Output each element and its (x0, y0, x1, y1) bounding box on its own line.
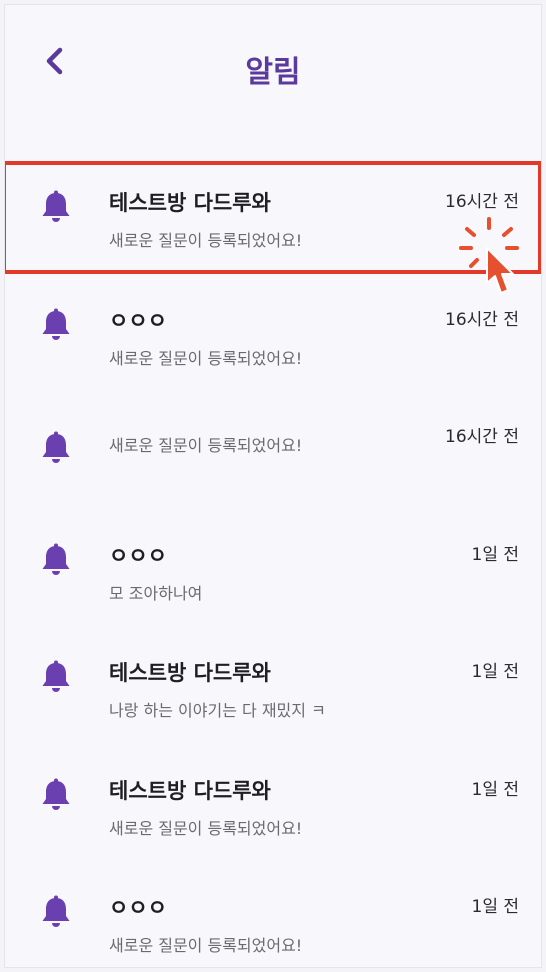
bell-icon (42, 431, 70, 463)
notification-message: 새로운 질문이 등록되었어요! (109, 436, 303, 455)
notification-item[interactable]: ㅇㅇㅇ 새로운 질문이 등록되었어요! 16시간 전 (5, 277, 541, 395)
notification-message: 새로운 질문이 등록되었어요! (109, 818, 303, 838)
notification-item[interactable]: ㅇㅇㅇ 모 조아하나여 1일 전 (5, 512, 541, 630)
notification-message: 새로운 질문이 등록되었어요! (109, 936, 303, 955)
bell-icon (42, 778, 70, 810)
notification-time: 1일 전 (471, 779, 520, 800)
notification-title: ㅇㅇㅇ (109, 543, 167, 568)
notification-item[interactable]: 테스트방 다드루와 새로운 질문이 등록되었어요! 16시간 전 (5, 159, 541, 294)
notification-item[interactable]: ㅇㅇㅇ 새로운 질문이 등록되었어요! 1일 전 (5, 864, 541, 967)
notification-time: 16시간 전 (445, 427, 519, 447)
notification-title: ㅇㅇㅇ (109, 308, 167, 333)
bell-icon (42, 308, 70, 340)
notification-time: 1일 전 (471, 544, 520, 565)
notification-title: 테스트방 다드루와 (109, 778, 271, 803)
notification-item[interactable]: 테스트방 다드루와 새로운 질문이 등록되었어요! 1일 전 (5, 747, 541, 865)
notification-list: 테스트방 다드루와 새로운 질문이 등록되었어요! 16시간 전 ㅇㅇㅇ 새로운… (5, 159, 541, 967)
notification-time: 16시간 전 (445, 309, 519, 330)
notification-message: 모 조아하나여 (109, 583, 203, 603)
notification-message: 새로운 질문이 등록되었어요! (109, 231, 303, 250)
notification-item[interactable]: 새로운 질문이 등록되었어요! 16시간 전 (5, 394, 541, 512)
notification-message: 새로운 질문이 등록되었어요! (109, 348, 303, 368)
notification-message: 나랑 하는 이야기는 다 재밌지 ㅋ (109, 701, 326, 720)
bell-icon (42, 660, 70, 692)
notification-title: 테스트방 다드루와 (109, 661, 271, 685)
notification-time: 1일 전 (471, 662, 520, 682)
bell-icon (42, 190, 70, 222)
header: 알림 (5, 5, 541, 125)
notification-title: 테스트방 다드루와 (109, 191, 271, 215)
notification-time: 16시간 전 (445, 192, 519, 212)
notifications-screen: 알림 테스트방 다드루와 새로운 질문이 등록되었어요! 16시간 전 ㅇㅇㅇ … (4, 4, 542, 968)
notification-time: 1일 전 (471, 897, 520, 917)
bell-icon (42, 543, 70, 575)
notification-title: ㅇㅇㅇ (109, 896, 167, 920)
page-title: 알림 (245, 55, 301, 90)
notification-item[interactable]: 테스트방 다드루와 나랑 하는 이야기는 다 재밌지 ㅋ 1일 전 (5, 629, 541, 747)
bell-icon (42, 895, 70, 927)
